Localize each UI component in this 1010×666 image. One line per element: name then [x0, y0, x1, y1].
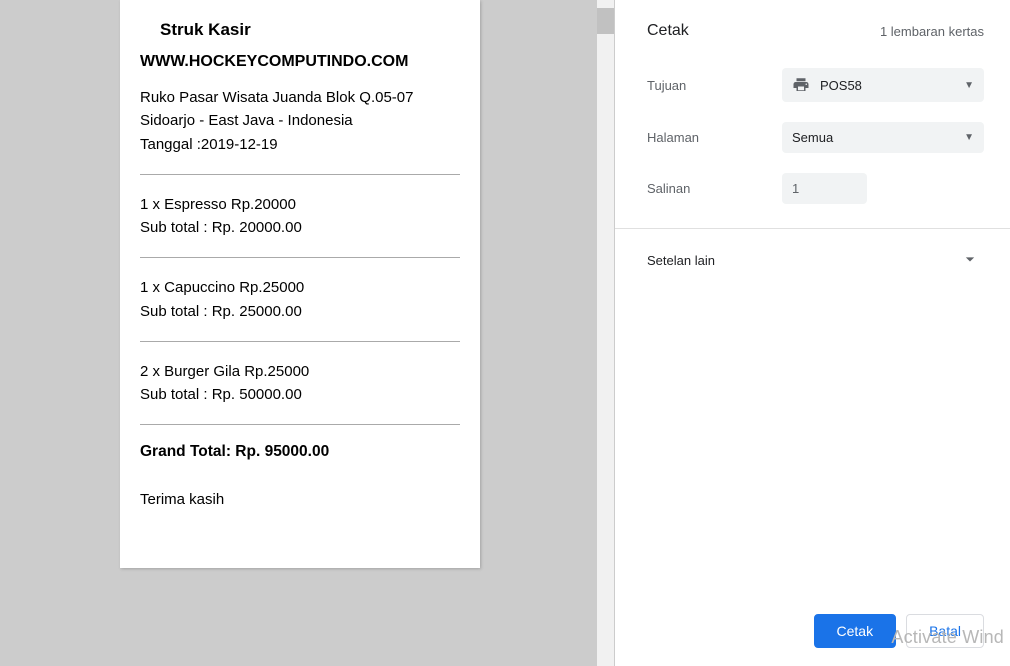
preview-scrollbar-thumb[interactable] — [597, 8, 614, 34]
copies-row: Salinan — [615, 163, 1010, 214]
destination-row: Tujuan POS58 ▼ — [615, 58, 1010, 112]
print-button[interactable]: Cetak — [814, 614, 897, 648]
caret-down-icon: ▼ — [964, 80, 974, 91]
receipt-divider — [140, 341, 460, 342]
print-settings-panel: Cetak 1 lembaran kertas Tujuan POS58 ▼ H… — [615, 0, 1010, 666]
receipt-grand-total: Grand Total: Rp. 95000.00 — [140, 443, 460, 461]
printer-icon — [792, 76, 810, 94]
copies-input[interactable] — [782, 173, 867, 204]
chevron-down-icon — [960, 249, 980, 272]
receipt-thanks: Terima kasih — [140, 491, 460, 508]
destination-select[interactable]: POS58 ▼ — [782, 68, 984, 102]
print-settings-footer: Cetak Batal — [615, 598, 1010, 666]
receipt-item: 1 x Capuccino Rp.25000 Sub total : Rp. 2… — [140, 276, 460, 323]
copies-label: Salinan — [647, 181, 782, 196]
more-settings-toggle[interactable]: Setelan lain — [615, 229, 1010, 292]
receipt-item-line: 1 x Espresso Rp.20000 — [140, 193, 460, 216]
destination-label: Tujuan — [647, 78, 782, 93]
receipt-item-subtotal: Sub total : Rp. 20000.00 — [140, 216, 460, 239]
print-preview-pane: Struk Kasir WWW.HOCKEYCOMPUTINDO.COM Ruk… — [0, 0, 615, 666]
receipt-item: 2 x Burger Gila Rp.25000 Sub total : Rp.… — [140, 360, 460, 407]
receipt-item-subtotal: Sub total : Rp. 25000.00 — [140, 300, 460, 323]
receipt-url: WWW.HOCKEYCOMPUTINDO.COM — [140, 53, 460, 71]
print-dialog-title: Cetak — [647, 22, 689, 40]
receipt-divider — [140, 257, 460, 258]
receipt-item-line: 1 x Capuccino Rp.25000 — [140, 276, 460, 299]
receipt-address-line1: Ruko Pasar Wisata Juanda Blok Q.05-07 — [140, 86, 460, 109]
pages-label: Halaman — [647, 130, 782, 145]
print-sheet-count: 1 lembaran kertas — [880, 24, 984, 39]
receipt-title: Struk Kasir — [160, 20, 460, 40]
cancel-button[interactable]: Batal — [906, 614, 984, 648]
print-settings-body: Cetak 1 lembaran kertas Tujuan POS58 ▼ H… — [615, 0, 1010, 598]
print-settings-header: Cetak 1 lembaran kertas — [615, 0, 1010, 58]
receipt-item-line: 2 x Burger Gila Rp.25000 — [140, 360, 460, 383]
destination-value: POS58 — [820, 78, 862, 93]
receipt-divider — [140, 424, 460, 425]
more-settings-label: Setelan lain — [647, 253, 715, 268]
receipt-item: 1 x Espresso Rp.20000 Sub total : Rp. 20… — [140, 193, 460, 240]
caret-down-icon: ▼ — [964, 132, 974, 143]
receipt-document: Struk Kasir WWW.HOCKEYCOMPUTINDO.COM Ruk… — [120, 0, 480, 568]
receipt-address: Ruko Pasar Wisata Juanda Blok Q.05-07 Si… — [140, 86, 460, 156]
receipt-date: Tanggal :2019-12-19 — [140, 133, 460, 156]
receipt-divider — [140, 174, 460, 175]
receipt-address-line2: Sidoarjo - East Java - Indonesia — [140, 109, 460, 132]
pages-row: Halaman Semua ▼ — [615, 112, 1010, 163]
pages-value: Semua — [792, 130, 833, 145]
pages-select[interactable]: Semua ▼ — [782, 122, 984, 153]
preview-scrollbar[interactable] — [597, 0, 614, 666]
receipt-item-subtotal: Sub total : Rp. 50000.00 — [140, 383, 460, 406]
